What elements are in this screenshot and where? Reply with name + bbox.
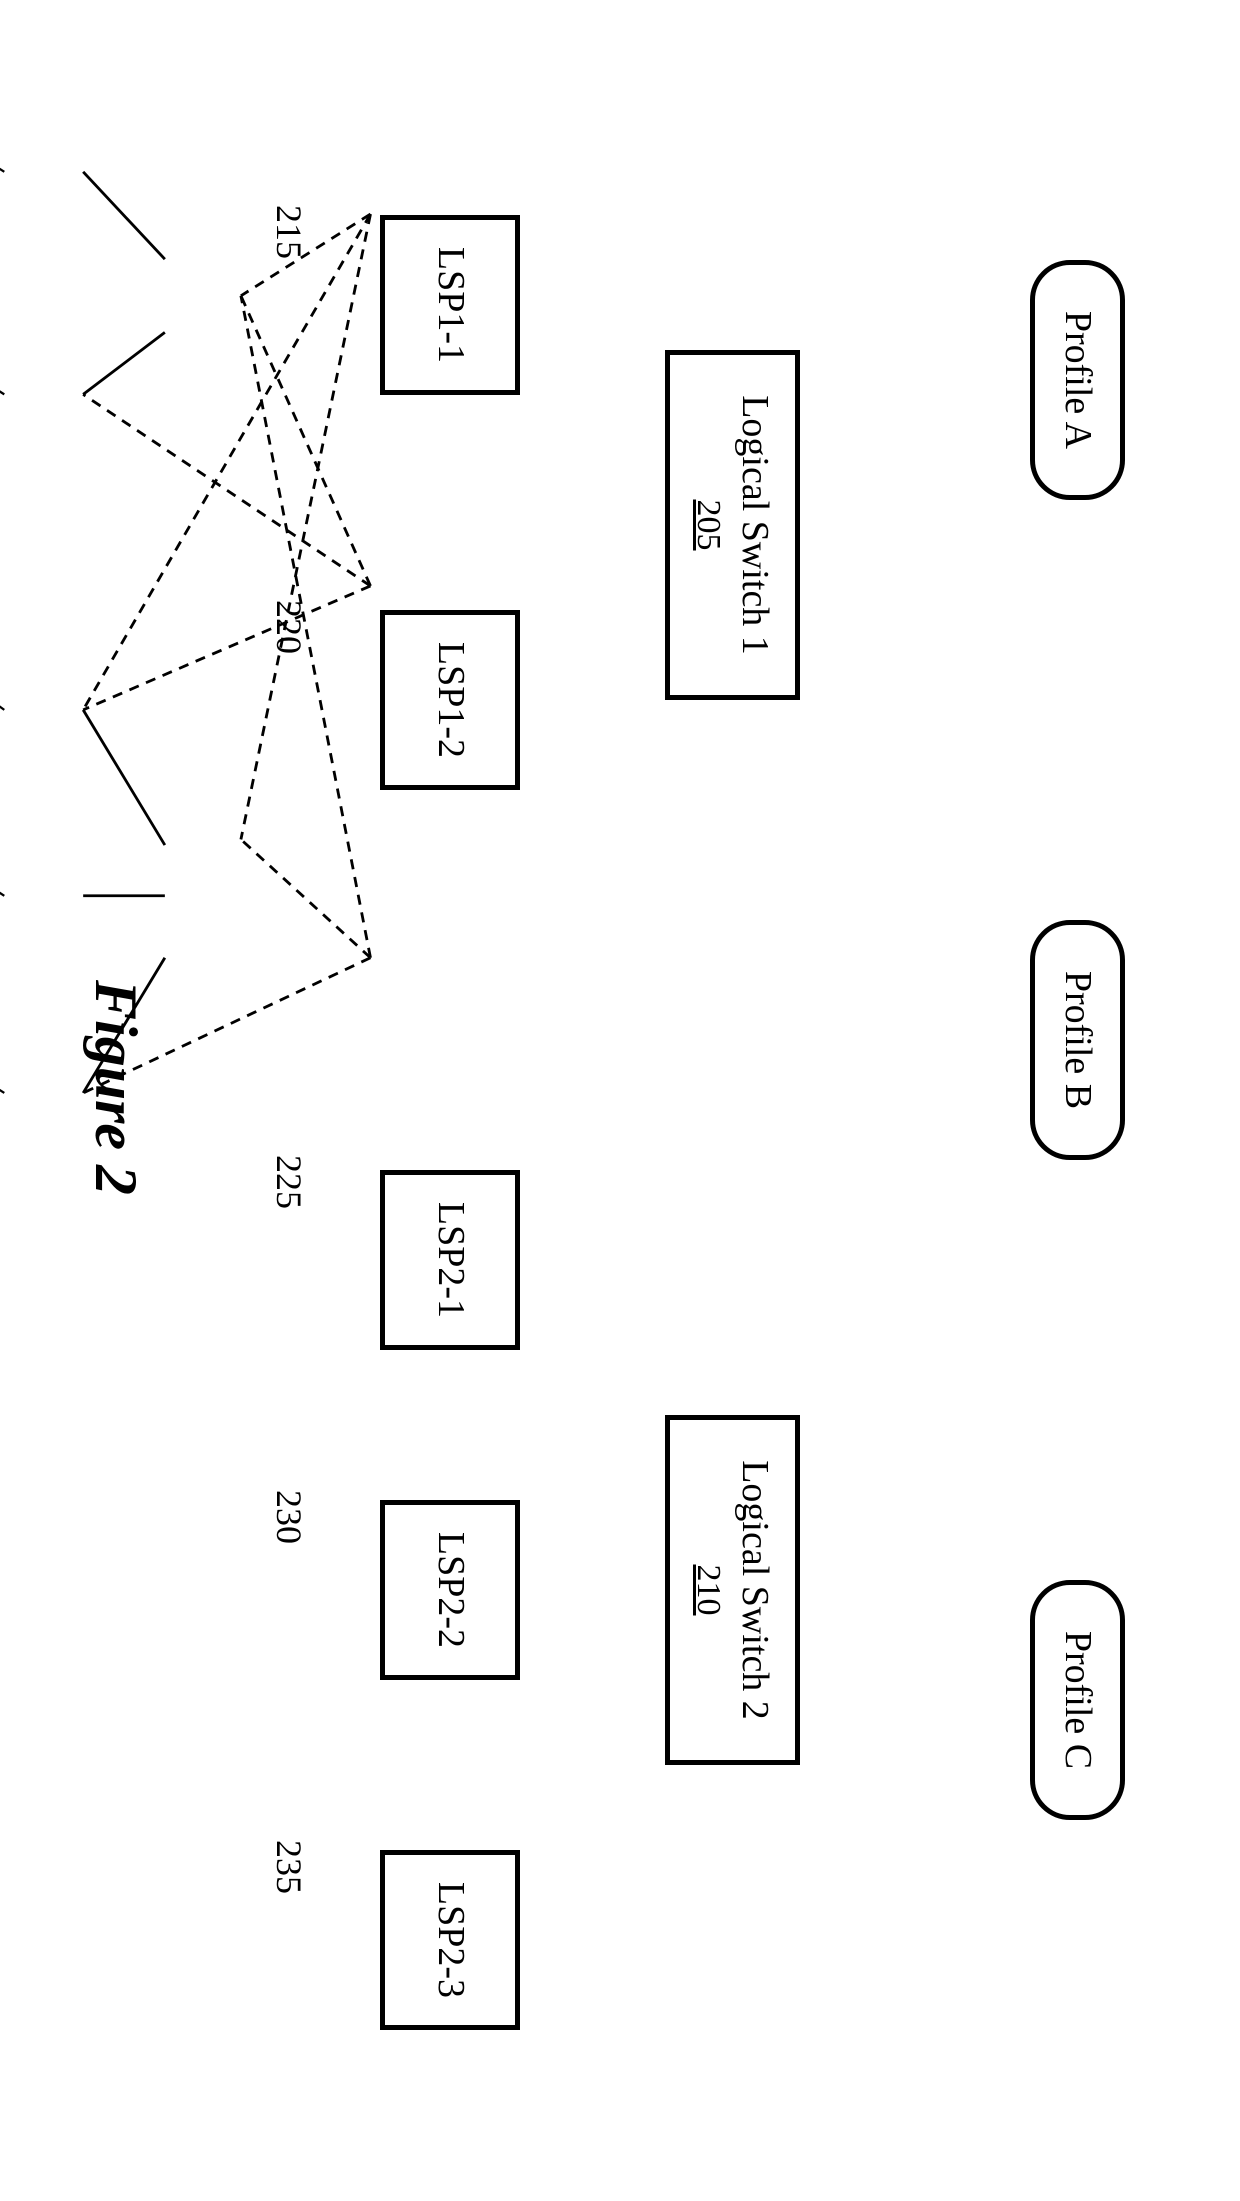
lsp2-2-node: LSP2-2 xyxy=(380,1500,520,1680)
ref-225: 225 xyxy=(268,1155,310,1209)
logical-switch-1-label: Logical Switch 1 xyxy=(733,395,775,655)
logical-switch-2-ref: 210 xyxy=(690,1565,727,1616)
logical-switch-1-node: Logical Switch 1 205 xyxy=(665,350,800,700)
lsp2-1-label: LSP2-1 xyxy=(429,1202,471,1318)
profile-b-node: Profile B xyxy=(1030,920,1125,1160)
logical-switch-2-node: Logical Switch 2 210 xyxy=(665,1415,800,1765)
profile-c-node: Profile C xyxy=(1030,1580,1125,1820)
profile-c-label: Profile C xyxy=(1057,1631,1099,1769)
ref-220: 220 xyxy=(268,600,310,654)
lsp1-2-label: LSP1-2 xyxy=(429,642,471,758)
profile-a-node: Profile A xyxy=(1030,260,1125,500)
lsp1-1-node: LSP1-1 xyxy=(380,215,520,395)
lsp2-2-label: LSP2-2 xyxy=(429,1532,471,1648)
logical-switch-1-ref: 205 xyxy=(690,500,727,551)
profile-b-label: Profile B xyxy=(1057,971,1099,1109)
diagram-canvas: Profile A Profile B Profile C Logical Sw… xyxy=(0,0,1240,2201)
logical-switch-2-label: Logical Switch 2 xyxy=(733,1460,775,1720)
lsp1-1-label: LSP1-1 xyxy=(429,247,471,363)
ref-215: 215 xyxy=(268,205,310,259)
figure-caption: Figure 2 xyxy=(81,980,150,1195)
ref-235: 235 xyxy=(268,1840,310,1894)
lsp1-2-node: LSP1-2 xyxy=(380,610,520,790)
lsp2-3-node: LSP2-3 xyxy=(380,1850,520,2030)
profile-a-label: Profile A xyxy=(1057,311,1099,449)
lsp2-1-node: LSP2-1 xyxy=(380,1170,520,1350)
ref-230: 230 xyxy=(268,1490,310,1544)
lsp2-3-label: LSP2-3 xyxy=(429,1882,471,1998)
